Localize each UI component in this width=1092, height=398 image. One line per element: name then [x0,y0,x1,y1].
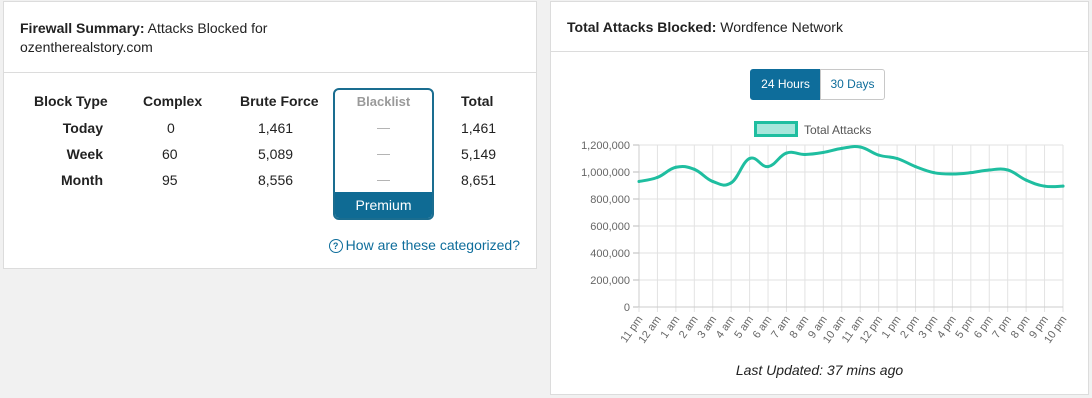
data-point-6-pm [987,168,991,172]
data-point-8-pm [1024,178,1028,182]
x-tick-label: 4 pm [935,314,959,341]
x-tick-label: 4 am [714,314,738,341]
col-header-block-type: Block Type [34,93,108,109]
blacklist-premium-column: Blacklist — — — Premium [333,88,434,220]
cell-month-brute: 8,556 [258,172,294,188]
data-point-11-pm [637,179,641,183]
data-point-1-pm [895,157,899,160]
x-tick-label: 3 pm [917,314,941,341]
cell-week-brute: 5,089 [258,146,294,162]
x-tick-label: 1 am [658,314,682,341]
how-categorized-text: How are these categorized? [345,237,520,253]
data-point-9-pm [1043,184,1047,188]
cell-today-blacklist: — [377,120,390,135]
x-tick-label: 2 pm [898,314,922,341]
data-point-7-pm [1006,168,1010,172]
x-tick-label: 8 pm [1009,314,1033,341]
data-point-1-am [674,165,678,169]
data-point-8-am [803,152,807,156]
question-circle-icon: ? [328,239,343,253]
data-point-4-am [729,181,733,185]
data-point-10-pm [1061,184,1065,188]
x-tick-label: 1 pm [880,314,904,341]
col-header-blacklist: Blacklist [356,94,411,109]
data-point-7-am [784,151,788,155]
data-point-6-am [766,165,770,169]
cell-today-complex: 0 [167,120,175,136]
cell-month-complex: 95 [162,172,178,188]
x-tick-label: 6 am [751,314,775,341]
y-tick-label: 200,000 [590,275,630,287]
data-point-5-am [748,157,752,160]
cell-today-brute: 1,461 [258,120,294,136]
x-tick-label: 5 am [732,314,756,341]
data-point-3-am [711,179,715,183]
data-point-12-am [655,175,659,179]
series-line-total-attacks [637,145,1065,189]
col-header-total: Total [461,93,494,109]
x-tick-label: 7 pm [990,314,1014,341]
data-point-5-pm [969,171,973,175]
firewall-summary-card: Firewall Summary: Attacks Blocked for oz… [3,1,537,269]
x-tick-label: 2 am [677,314,701,341]
y-tick-label: 1,000,000 [581,167,630,179]
x-tick-label: 5 pm [953,314,977,341]
col-header-brute-force: Brute Force [240,93,319,109]
data-point-4-pm [950,172,954,176]
data-point-12-pm [877,153,881,157]
data-point-9-am [821,150,825,154]
x-tick-label: 8 am [788,314,812,341]
premium-button[interactable]: Premium [335,192,432,218]
firewall-table: Block Type Complex Brute Force Total Tod… [4,2,536,268]
col-header-complex: Complex [143,93,203,109]
total-attacks-card: Total Attacks Blocked: Wordfence Network… [550,1,1089,395]
row-label-today: Today [62,120,103,136]
y-tick-label: 0 [624,302,630,314]
attacks-line-chart: 0 200,000 400,000 600,000 800,000 1,000,000 1,… [581,140,1069,346]
row-label-week: Week [66,146,103,162]
cell-month-blacklist: — [377,172,390,187]
x-tick-label: 7 am [769,314,793,341]
data-point-2-pm [914,165,918,169]
x-tick-label: 3 am [695,314,719,341]
y-tick-label: 600,000 [590,221,630,233]
y-tick-label: 800,000 [590,194,630,206]
y-tick-label: 1,200,000 [581,140,630,152]
data-point-3-pm [932,171,936,175]
cell-week-complex: 60 [162,146,178,162]
y-tick-label: 400,000 [590,248,630,260]
x-tick-label: 6 pm [972,314,996,341]
cell-today-total: 1,461 [461,120,497,136]
cell-week-blacklist: — [377,146,390,161]
data-point-2-am [692,167,696,171]
cell-week-total: 5,149 [461,146,497,162]
data-point-10-am [840,146,844,150]
row-label-month: Month [61,172,103,188]
cell-month-total: 8,651 [461,172,497,188]
last-updated: Last Updated: 37 mins ago [735,362,904,378]
how-categorized-link[interactable]: ? How are these categorized? [328,237,520,253]
data-point-11-am [858,145,862,149]
